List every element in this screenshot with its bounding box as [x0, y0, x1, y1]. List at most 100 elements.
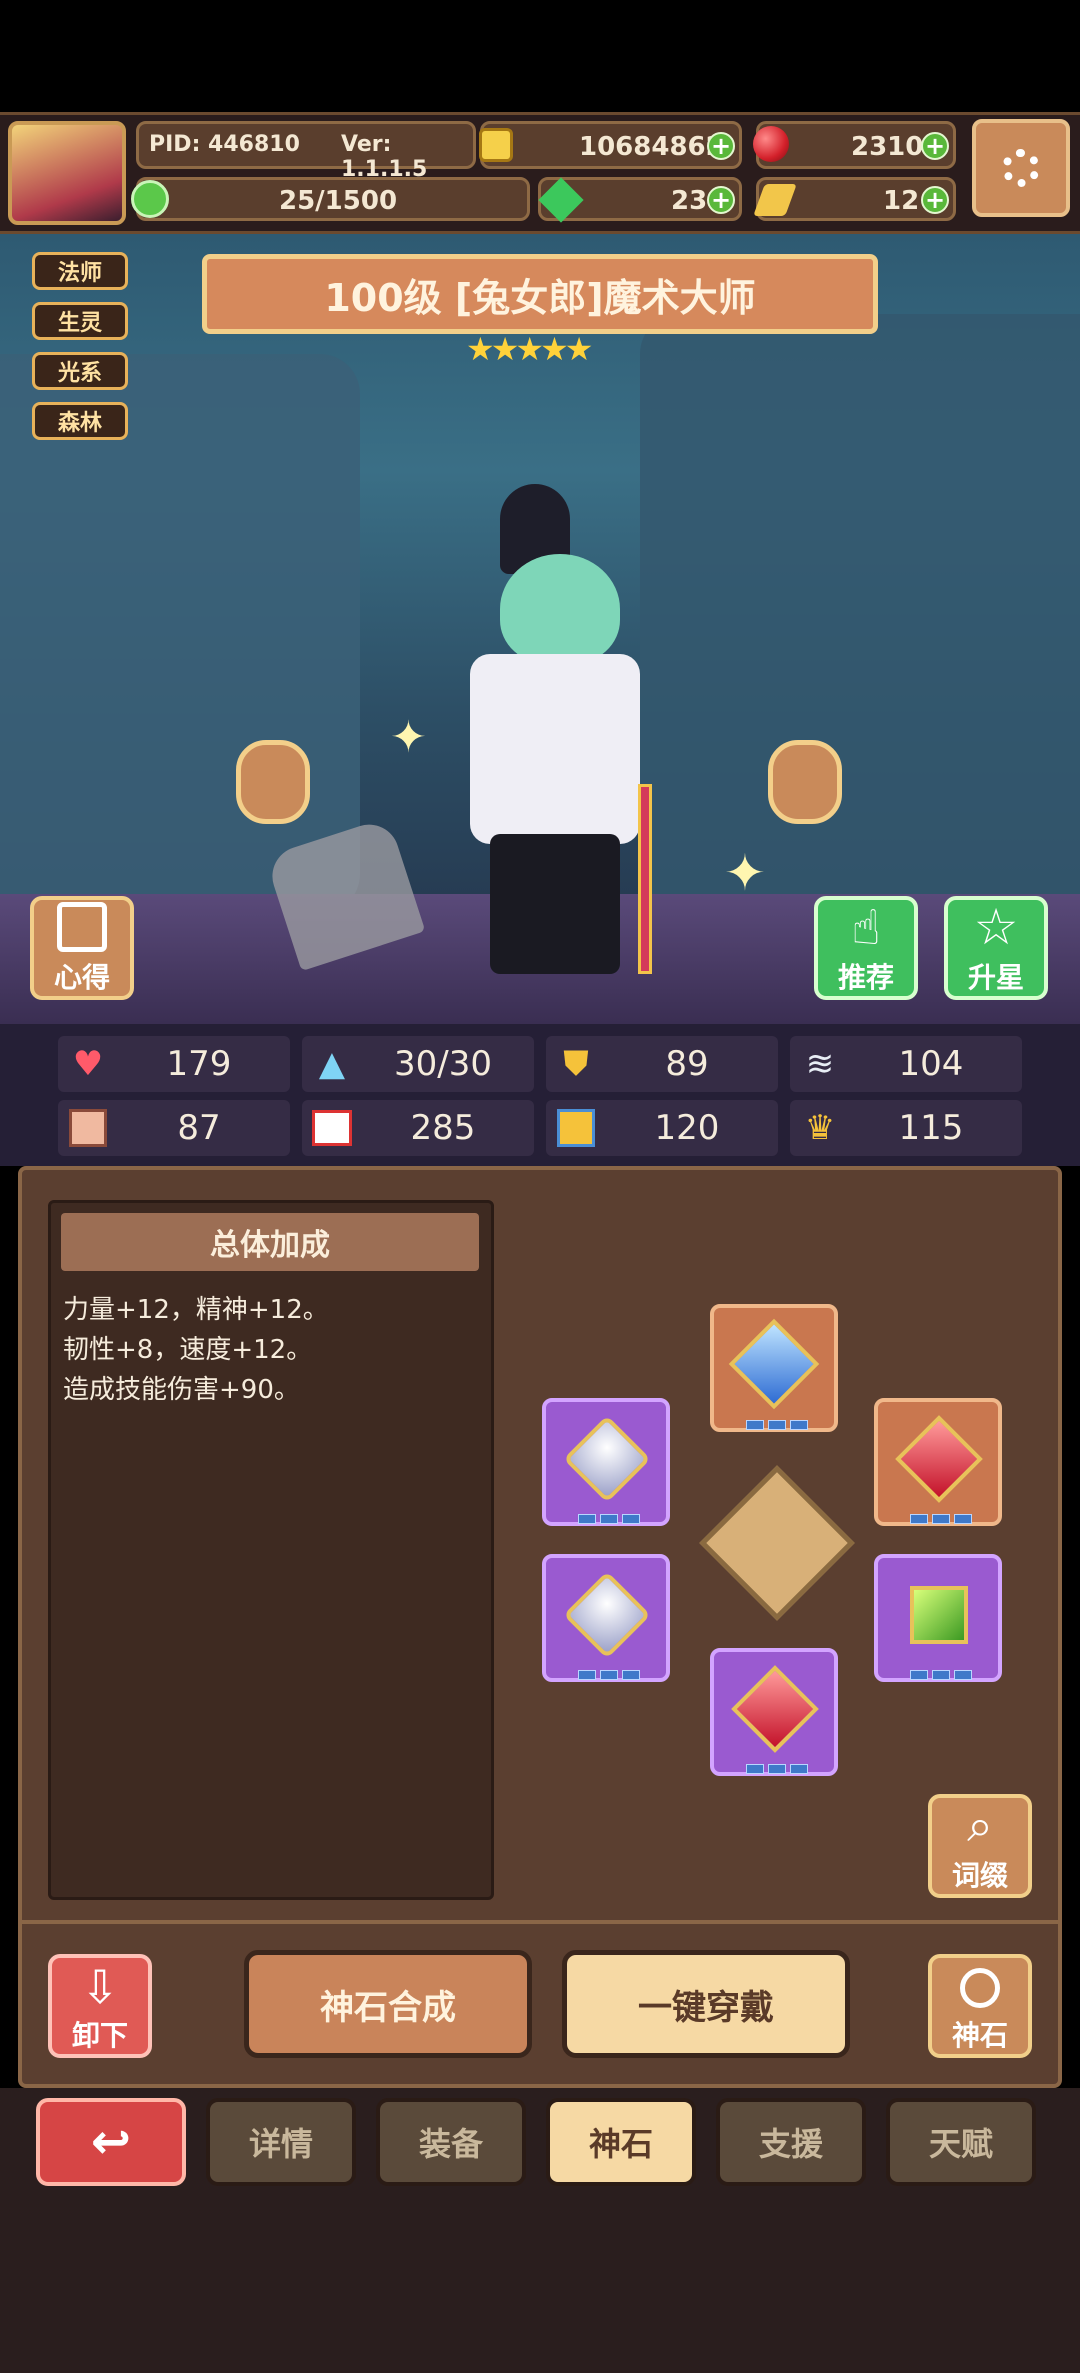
- add-ticket-icon[interactable]: +: [921, 186, 949, 214]
- left-shard-icon: [236, 740, 310, 824]
- stat-speed: 120: [546, 1100, 778, 1156]
- stat-agility-value: 104: [898, 1044, 964, 1084]
- equip-all-label: 一键穿戴: [638, 1987, 774, 2028]
- ruby-slot-bottom[interactable]: [710, 1648, 838, 1776]
- pearl-gem-icon: [563, 1415, 651, 1503]
- bonus-line: 造成技能伤害+90。: [63, 1375, 300, 1405]
- gear-icon: [1002, 149, 1040, 187]
- sparkle-icon: ✦: [724, 844, 766, 902]
- clover-icon: [131, 180, 169, 218]
- player-id: PID: 446810: [149, 132, 300, 157]
- tab-equipment-label: 装备: [418, 2125, 483, 2163]
- synthesize-label: 神石合成: [320, 1987, 456, 2028]
- hero-character[interactable]: [440, 484, 670, 984]
- pearl-gem-icon: [563, 1571, 651, 1659]
- boot-icon: [556, 1108, 596, 1148]
- bottom-tab-bar: ↩ 详情 装备 神石 支援 天赋: [0, 2088, 1080, 2373]
- hero-title: 100级 [兔女郎]魔术大师: [324, 275, 756, 320]
- return-arrow-icon: ↩: [90, 2114, 132, 2170]
- emerald-gem-icon: [910, 1586, 968, 1644]
- tag-class: 法师: [32, 252, 128, 290]
- emerald-slot[interactable]: [874, 1554, 1002, 1682]
- hero-scene: 100级 [兔女郎]魔术大师 ★★★★★ 法师 生灵 光系 森林 ✦ ✦ 心得 …: [0, 234, 1080, 1024]
- bonus-box: 总体加成 力量+12，精神+12。 韧性+8，速度+12。 造成技能伤害+90。: [48, 1200, 494, 1900]
- star-icon: ★: [564, 330, 594, 368]
- green-clover-icon: [538, 177, 584, 223]
- stat-agility: ≋ 104: [790, 1036, 1022, 1092]
- stat-spirit: 285: [302, 1100, 534, 1156]
- scroll-icon: [57, 902, 107, 952]
- gold-coin-icon: [479, 128, 513, 162]
- tab-godstone[interactable]: 神石: [546, 2098, 696, 2186]
- ticket-amount: 12: [883, 186, 920, 216]
- godstone-panel: 总体加成 力量+12，精神+12。 韧性+8，速度+12。 造成技能伤害+90。…: [18, 1166, 1062, 2088]
- tag-element: 光系: [32, 352, 128, 390]
- star-icon: ★: [490, 330, 520, 368]
- hero-body: [470, 654, 640, 844]
- bonus-header: 总体加成: [61, 1213, 479, 1271]
- add-gem-icon[interactable]: +: [921, 132, 949, 160]
- forest-tree-right: [640, 314, 1080, 914]
- bonus-line: 韧性+8，速度+12。: [63, 1335, 313, 1365]
- hero-head: [500, 554, 620, 664]
- tab-support[interactable]: 支援: [716, 2098, 866, 2186]
- godstone-label: 神石: [951, 2019, 1008, 2052]
- ruby-gem-icon: [895, 1415, 983, 1503]
- settings-button[interactable]: [972, 119, 1070, 217]
- thumbs-up-icon: ☝: [851, 900, 881, 956]
- player-avatar[interactable]: [8, 121, 126, 225]
- stat-mana: ▲ 30/30: [302, 1036, 534, 1092]
- id-version-pill: PID: 446810 Ver: 1.1.1.5: [136, 121, 476, 182]
- stat-speed-value: 120: [654, 1108, 720, 1148]
- star-icon: ★: [540, 330, 569, 368]
- pearl-slot-bottom[interactable]: [542, 1554, 670, 1682]
- stat-mana-value: 30/30: [394, 1044, 492, 1084]
- heart-icon: ♥: [72, 1044, 104, 1084]
- tab-support-label: 支援: [758, 2125, 823, 2163]
- unequip-button[interactable]: ⇩ 卸下: [48, 1954, 152, 2058]
- affix-button[interactable]: ⌕ 词缀: [928, 1794, 1032, 1898]
- hero-legs: [490, 834, 620, 974]
- synthesize-button[interactable]: 神石合成: [244, 1950, 532, 2058]
- recommend-button[interactable]: ☝ 推荐: [814, 896, 918, 1000]
- bonus-line: 力量+12，精神+12。: [63, 1295, 329, 1325]
- upgrade-star-button[interactable]: ☆ 升星: [944, 896, 1048, 1000]
- top-status-bar: PID: 446810 Ver: 1.1.1.5 10684862 + 2310…: [0, 112, 1080, 234]
- tab-equipment[interactable]: 装备: [376, 2098, 526, 2186]
- equip-all-button[interactable]: 一键穿戴: [562, 1950, 850, 2058]
- energy-amount: 25/1500: [279, 186, 398, 216]
- pearl-slot-top[interactable]: [542, 1398, 670, 1526]
- fist-icon: [68, 1108, 108, 1148]
- add-gold-icon[interactable]: +: [707, 132, 735, 160]
- magnifier-icon: ⌕: [967, 1798, 993, 1852]
- add-clover-icon[interactable]: +: [707, 186, 735, 214]
- ruby-slot-right[interactable]: [874, 1398, 1002, 1526]
- hero-title-banner: 100级 [兔女郎]魔术大师: [202, 254, 878, 334]
- energy-pill: 25/1500: [131, 177, 530, 221]
- recommend-label: 推荐: [837, 961, 894, 994]
- version-label: Ver: 1.1.1.5: [341, 132, 428, 182]
- clover-pill: 23 +: [538, 177, 742, 223]
- stats-panel: ♥ 179 ▲ 30/30 ⛊ 89 ≋ 104 87 285 120 ♛ 11…: [0, 1024, 1080, 1166]
- tab-talent[interactable]: 天赋: [886, 2098, 1036, 2186]
- sparkle-icon: ✦: [390, 712, 427, 763]
- star-icon: ★: [515, 330, 544, 368]
- gold-pill: 10684862 +: [479, 121, 742, 169]
- back-button[interactable]: ↩: [36, 2098, 186, 2186]
- red-gem-icon: [753, 126, 789, 162]
- godstone-button[interactable]: 神石: [928, 1954, 1032, 2058]
- magic-staff: [638, 784, 652, 974]
- tab-details[interactable]: 详情: [206, 2098, 356, 2186]
- book-icon: [312, 1108, 352, 1148]
- tag-race: 生灵: [32, 302, 128, 340]
- notes-button[interactable]: 心得: [30, 896, 134, 1000]
- sapphire-slot[interactable]: [710, 1304, 838, 1432]
- crown-icon: ♛: [804, 1108, 836, 1148]
- stat-strength-value: 87: [177, 1108, 221, 1148]
- stat-defense: ⛊ 89: [546, 1036, 778, 1092]
- tab-godstone-label: 神石: [588, 2125, 653, 2163]
- stat-hp: ♥ 179: [58, 1036, 290, 1092]
- tab-talent-label: 天赋: [928, 2125, 993, 2163]
- stat-toughness: ♛ 115: [790, 1100, 1022, 1156]
- stat-strength: 87: [58, 1100, 290, 1156]
